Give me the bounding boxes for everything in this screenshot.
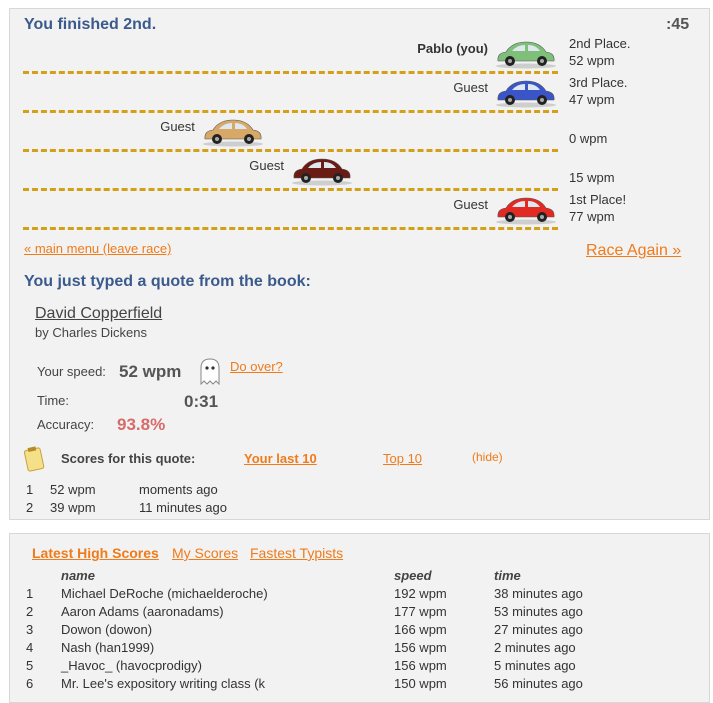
- lane-divider: [23, 149, 558, 152]
- accuracy-label: Accuracy:: [37, 417, 95, 432]
- table-row: 6 Mr. Lee's expository writing class (k 15…: [10, 676, 711, 694]
- table-row: 5 _Havoc_ (havocprodigy) 156 wpm 5 minutes …: [10, 658, 711, 676]
- lane-divider: [23, 227, 558, 230]
- quote-heading: You just typed a quote from the book:: [24, 273, 311, 290]
- quote-score-rank: 2: [26, 500, 34, 515]
- book-author: by Charles Dickens: [35, 325, 147, 340]
- tab-fastest-typists[interactable]: Fastest Typists: [250, 545, 343, 561]
- race-status-title: You finished 2nd.: [24, 16, 157, 33]
- accuracy-value: 93.8%: [117, 415, 166, 434]
- racer-wpm: 15 wpm: [569, 170, 615, 185]
- racer-wpm: 52 wpm: [569, 53, 615, 68]
- cell-speed: 156 wpm: [394, 640, 447, 655]
- quote-score-rank: 1: [26, 482, 34, 497]
- race-again-link[interactable]: Race Again »: [586, 242, 681, 260]
- time-value: 0:31: [184, 392, 219, 411]
- cell-name[interactable]: Dowon (dowon): [61, 622, 152, 637]
- racer-car-icon: [494, 78, 558, 108]
- racer-result: 2nd Place. 52 wpm: [569, 35, 630, 69]
- column-time: time: [494, 568, 521, 583]
- table-row: 1 Michael DeRoche (michaelderoche) 192 wpm…: [10, 586, 711, 604]
- racer-result: 0 wpm: [569, 113, 607, 147]
- race-timer: :45: [666, 16, 690, 33]
- racer-result: 1st Place! 77 wpm: [569, 191, 626, 225]
- scores-label: Scores for this quote:: [61, 451, 196, 466]
- cell-time: 53 minutes ago: [494, 604, 583, 619]
- racer-car-icon: [494, 39, 558, 69]
- high-scores-header: name speed time: [10, 568, 711, 586]
- cell-speed: 192 wpm: [394, 586, 447, 601]
- lane-divider: [23, 71, 558, 74]
- tab-top-10[interactable]: Top 10: [383, 451, 422, 466]
- cell-rank: 5: [26, 658, 34, 673]
- racer-wpm: 47 wpm: [569, 92, 615, 107]
- tab-my-scores[interactable]: My Scores: [172, 545, 238, 561]
- racer-car-icon: [494, 195, 558, 225]
- racer-wpm: 77 wpm: [569, 209, 615, 224]
- racer-name: Guest: [249, 158, 284, 173]
- quote-score-speed: 39 wpm: [50, 500, 96, 515]
- racer-place: [569, 152, 615, 169]
- tab-your-last-10[interactable]: Your last 10: [244, 451, 317, 466]
- cell-speed: 166 wpm: [394, 622, 447, 637]
- quote-score-speed: 52 wpm: [50, 482, 96, 497]
- high-scores-panel: Latest High Scores My Scores Fastest Typ…: [9, 533, 710, 703]
- cell-name[interactable]: _Havoc_ (havocprodigy): [61, 658, 202, 673]
- cell-time: 2 minutes ago: [494, 640, 576, 655]
- racer-name: Pablo (you): [417, 41, 488, 56]
- cell-name[interactable]: Aaron Adams (aaronadams): [61, 604, 224, 619]
- race-panel: You finished 2nd. :45 Pablo (you) 2nd Pla…: [9, 8, 710, 520]
- racer-name: Guest: [453, 197, 488, 212]
- main-menu-link[interactable]: « main menu (leave race): [24, 241, 171, 256]
- table-row: 4 Nash (han1999) 156 wpm 2 minutes ago: [10, 640, 711, 658]
- column-speed: speed: [394, 568, 432, 583]
- tab-latest-high-scores[interactable]: Latest High Scores: [32, 545, 159, 561]
- cell-name[interactable]: Michael DeRoche (michaelderoche): [61, 586, 268, 601]
- racer-car-icon: [290, 156, 354, 186]
- cell-name[interactable]: Nash (han1999): [61, 640, 154, 655]
- clipboard-icon: [23, 445, 46, 473]
- cell-rank: 3: [26, 622, 34, 637]
- racer-place: [569, 113, 607, 130]
- speed-label: Your speed:: [37, 364, 106, 379]
- lane-divider: [23, 188, 558, 191]
- cell-rank: 1: [26, 586, 34, 601]
- cell-speed: 156 wpm: [394, 658, 447, 673]
- book-title-link[interactable]: David Copperfield: [35, 305, 162, 323]
- speed-value: 52 wpm: [119, 362, 182, 381]
- quote-score-when: moments ago: [139, 482, 218, 497]
- racer-result: 3rd Place. 47 wpm: [569, 74, 628, 108]
- racer-result: 15 wpm: [569, 152, 615, 186]
- cell-time: 5 minutes ago: [494, 658, 576, 673]
- cell-rank: 4: [26, 640, 34, 655]
- racer-place: 2nd Place.: [569, 36, 631, 51]
- hide-scores-link[interactable]: (hide): [472, 450, 503, 464]
- table-row: 2 Aaron Adams (aaronadams) 177 wpm 53 minut…: [10, 604, 711, 622]
- time-label: Time:: [37, 393, 70, 408]
- ghost-icon: [198, 357, 222, 386]
- racer-car-icon: [201, 117, 265, 147]
- lane-divider: [23, 110, 558, 113]
- racer-name: Guest: [160, 119, 195, 134]
- cell-rank: 2: [26, 604, 34, 619]
- cell-time: 27 minutes ago: [494, 622, 583, 637]
- cell-speed: 177 wpm: [394, 604, 447, 619]
- do-over-link[interactable]: Do over?: [230, 359, 283, 374]
- racer-place: 1st Place!: [569, 192, 627, 207]
- racer-wpm: 0 wpm: [569, 131, 608, 146]
- cell-time: 38 minutes ago: [494, 586, 583, 601]
- quote-score-when: 11 minutes ago: [139, 500, 227, 515]
- table-row: 3 Dowon (dowon) 166 wpm 27 minutes ago: [10, 622, 711, 640]
- column-name: name: [61, 568, 95, 583]
- racer-name: Guest: [453, 80, 488, 95]
- racer-place: 3rd Place.: [569, 75, 628, 90]
